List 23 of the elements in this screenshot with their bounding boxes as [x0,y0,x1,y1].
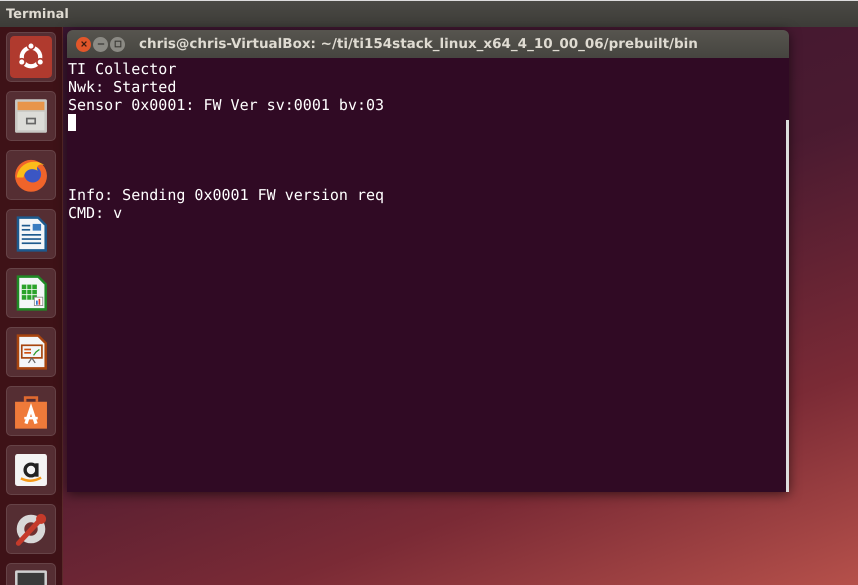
maximize-icon [114,40,122,48]
terminal-line: CMD: v [68,204,122,222]
terminal-line: Nwk: Started [68,78,176,96]
launcher-item[interactable] [6,504,56,554]
maximize-button[interactable] [110,36,125,52]
minimize-button[interactable] [93,36,108,52]
launcher-item[interactable] [6,209,56,259]
launcher-item[interactable] [6,150,56,200]
launcher-item[interactable] [6,32,56,82]
launcher-item[interactable] [6,268,56,318]
terminal-line: Info: Sending 0x0001 FW version req [68,186,384,204]
ubuntu-logo-icon [10,36,52,78]
launcher-item[interactable] [6,386,56,436]
terminal-line: TI Collector [68,60,176,78]
launcher-item[interactable] [6,445,56,495]
terminal-line: Sensor 0x0001: FW Ver sv:0001 bv:03 [68,96,384,114]
close-icon [80,40,88,48]
scroll-bar[interactable] [786,120,789,492]
launcher-item[interactable] [6,91,56,141]
close-button[interactable] [76,36,91,52]
app-title: Terminal [6,6,69,22]
window-title: chris@chris-VirtualBox: ~/ti/ti154stack_linux_x64_4_10_00_06/prebuilt/bin [139,36,698,52]
launcher-item[interactable] [6,327,56,377]
